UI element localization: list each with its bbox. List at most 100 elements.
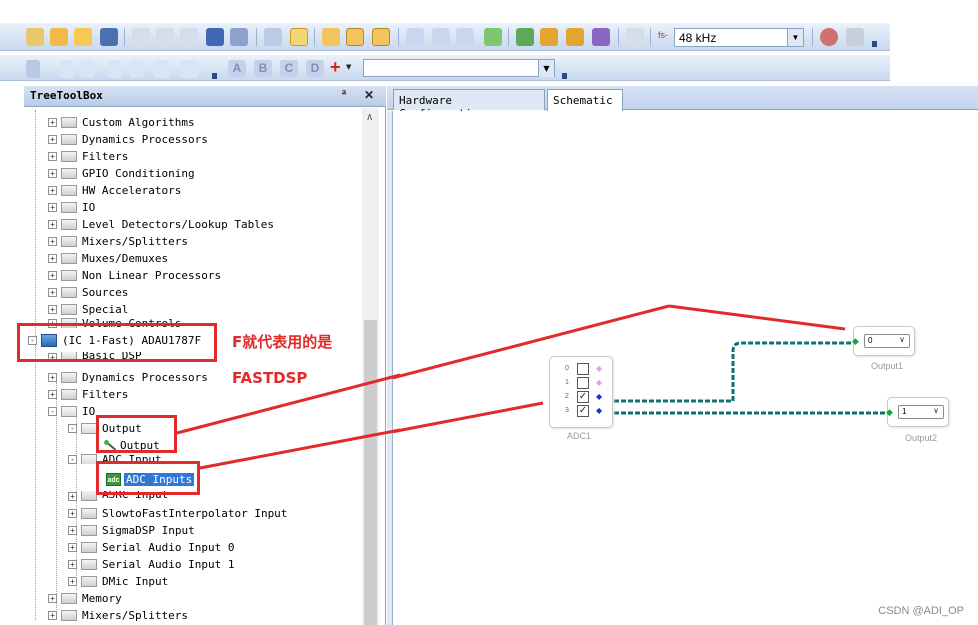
output1-block[interactable]: ◆ 0 ∨ xyxy=(852,326,915,356)
download-icon[interactable] xyxy=(516,28,534,46)
expand-icon[interactable]: + xyxy=(48,220,57,229)
expand-icon[interactable]: + xyxy=(48,271,57,280)
input-pin-diamond-icon[interactable]: ◆ xyxy=(886,408,893,418)
distribute-icon[interactable] xyxy=(456,28,474,46)
tree-item[interactable]: + Mixers/Splitters xyxy=(48,607,188,624)
tree-item[interactable]: + Mixers/Splitters xyxy=(48,233,188,250)
layer-b-button[interactable]: B xyxy=(254,60,272,77)
align-center-icon[interactable] xyxy=(60,60,74,78)
tree-item[interactable]: + Special xyxy=(48,301,128,318)
link-compile-icon[interactable] xyxy=(484,28,502,46)
adc-channel-checkbox[interactable] xyxy=(577,363,589,375)
expand-icon[interactable]: + xyxy=(48,254,57,263)
expand-icon[interactable]: + xyxy=(48,135,57,144)
tree-item[interactable]: + Custom Algorithms xyxy=(48,114,195,131)
toolbar-overflow-icon[interactable] xyxy=(872,41,877,47)
chevron-down-icon[interactable]: ▼ xyxy=(538,60,554,77)
tree-item[interactable]: + Muxes/Demuxes xyxy=(48,250,168,267)
tree-item[interactable]: + Serial Audio Input 0 xyxy=(68,539,234,556)
align-middle-icon[interactable] xyxy=(130,60,144,78)
hierarchy-icon[interactable] xyxy=(626,28,644,46)
layout-2-icon[interactable] xyxy=(346,28,364,46)
paste-icon[interactable] xyxy=(180,28,198,46)
tree-item[interactable]: + Filters xyxy=(48,386,128,403)
tree-item[interactable]: + Dynamics Processors xyxy=(48,131,208,148)
wand-tool-icon[interactable] xyxy=(846,28,864,46)
expand-icon[interactable]: + xyxy=(48,373,57,382)
expand-icon[interactable]: + xyxy=(48,152,57,161)
output2-block[interactable]: ◆ 1 ∨ xyxy=(886,397,949,427)
grid-icon[interactable] xyxy=(264,28,282,46)
tree-item[interactable]: + HW Accelerators xyxy=(48,182,181,199)
align-icon[interactable] xyxy=(432,28,450,46)
pin-diamond-icon[interactable]: ◆ xyxy=(596,406,602,415)
open-folder-icon[interactable] xyxy=(50,28,68,46)
output1-channel-select[interactable]: 0 ∨ xyxy=(864,334,910,348)
link-download-icon[interactable] xyxy=(540,28,558,46)
schematic-canvas[interactable]: 0 1 2 3 ✓ ✓ ◆ ◆ ◆ ◆ ADC1 ◆ 0 ∨ Output1 ◆… xyxy=(392,111,978,625)
layer-a-button[interactable]: A xyxy=(228,60,246,77)
adc-channel-checkbox[interactable] xyxy=(577,377,589,389)
expand-icon[interactable]: + xyxy=(48,237,57,246)
tree-item[interactable]: + Sources xyxy=(48,284,128,301)
chevron-down-icon[interactable]: ∨ xyxy=(933,406,939,415)
expand-icon[interactable]: + xyxy=(48,305,57,314)
expand-icon[interactable]: + xyxy=(48,594,57,603)
save-icon[interactable] xyxy=(100,28,118,46)
expand-icon[interactable]: + xyxy=(48,186,57,195)
pin-diamond-icon[interactable]: ◆ xyxy=(596,378,602,387)
tree-view-icon[interactable] xyxy=(290,28,308,46)
toolbar-overflow-icon[interactable] xyxy=(562,73,567,79)
adc-channel-checkbox-checked[interactable]: ✓ xyxy=(577,391,589,403)
adc-block[interactable]: 0 1 2 3 ✓ ✓ ◆ ◆ ◆ ◆ xyxy=(549,356,613,428)
tree-item[interactable]: + SigmaDSP Input xyxy=(68,522,195,539)
expand-icon[interactable]: + xyxy=(48,203,57,212)
collapse-icon[interactable]: - xyxy=(68,454,77,464)
collapse-icon[interactable]: - xyxy=(48,407,57,416)
copy-icon[interactable] xyxy=(156,28,174,46)
tab-schematic[interactable]: Schematic xyxy=(547,89,623,111)
close-icon[interactable]: ✕ xyxy=(364,88,374,102)
layout-1-icon[interactable] xyxy=(322,28,340,46)
align-top-icon[interactable] xyxy=(108,60,122,78)
copy-block-icon[interactable] xyxy=(406,28,424,46)
undo-icon[interactable] xyxy=(206,28,224,46)
layer-c-button[interactable]: C xyxy=(280,60,298,77)
align-right-icon[interactable] xyxy=(80,60,94,78)
redo-icon[interactable] xyxy=(230,28,248,46)
tree-item[interactable]: + Memory xyxy=(48,590,122,607)
layer-d-button[interactable]: D xyxy=(306,60,324,77)
layer-select[interactable]: ▼ xyxy=(363,59,555,77)
tree-item[interactable]: + Filters xyxy=(48,148,128,165)
chevron-down-icon[interactable]: ▼ xyxy=(346,63,351,71)
tree-item[interactable]: + Level Detectors/Lookup Tables xyxy=(48,216,274,233)
tree-item[interactable]: + Non Linear Processors xyxy=(48,267,221,284)
compile-icon[interactable] xyxy=(566,28,584,46)
scrollbar-thumb[interactable] xyxy=(364,320,377,625)
expand-icon[interactable]: + xyxy=(68,577,77,586)
expand-icon[interactable]: + xyxy=(48,611,57,620)
expand-icon[interactable]: + xyxy=(68,560,77,569)
tree-item[interactable]: - IO xyxy=(48,403,95,420)
chevron-down-icon[interactable]: ∨ xyxy=(899,335,905,344)
pin-diamond-icon[interactable]: ◆ xyxy=(596,364,602,373)
expand-icon[interactable]: + xyxy=(48,288,57,297)
expand-icon[interactable]: + xyxy=(48,169,57,178)
tree-item[interactable]: + GPIO Conditioning xyxy=(48,165,195,182)
expand-icon[interactable]: + xyxy=(68,509,77,518)
tree-item[interactable]: + IO xyxy=(48,199,95,216)
input-pin-diamond-icon[interactable]: ◆ xyxy=(852,337,859,347)
pin-diamond-icon[interactable]: ◆ xyxy=(596,392,602,401)
layout-3-icon[interactable] xyxy=(372,28,390,46)
settings-gear-icon[interactable] xyxy=(820,28,838,46)
space-evenly-icon[interactable] xyxy=(180,60,198,78)
expand-icon[interactable]: + xyxy=(68,526,77,535)
pin-icon[interactable]: ᵃ xyxy=(342,88,346,100)
align-left-icon[interactable] xyxy=(26,60,40,78)
tree-item[interactable]: + Dynamics Processors xyxy=(48,369,208,386)
collapse-icon[interactable]: - xyxy=(68,424,77,433)
align-bottom-icon[interactable] xyxy=(154,60,170,78)
toolbar-overflow-icon[interactable] xyxy=(212,73,217,79)
scroll-up-icon[interactable]: ∧ xyxy=(366,112,373,123)
new-icon[interactable] xyxy=(26,28,44,46)
